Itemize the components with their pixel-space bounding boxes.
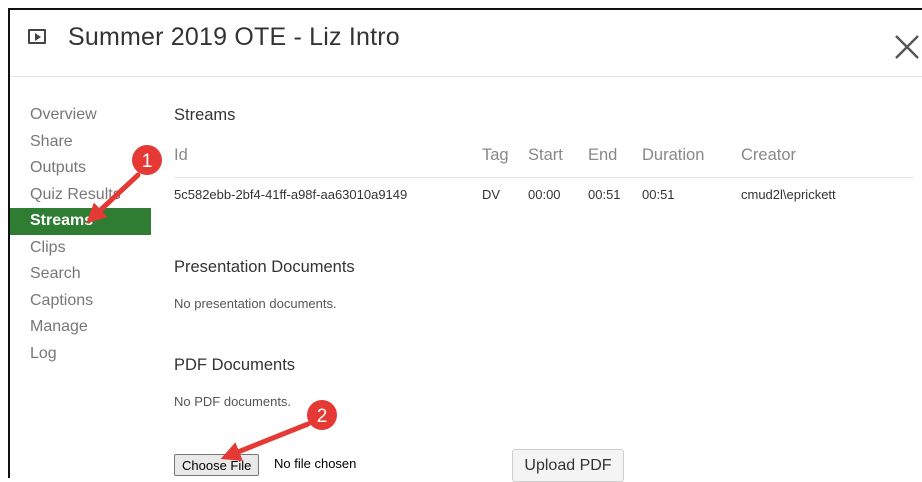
- pdf-heading: PDF Documents: [174, 356, 296, 374]
- column-header-start: Start: [528, 146, 563, 164]
- column-header-end: End: [588, 146, 618, 164]
- page-title: Summer 2019 OTE - Liz Intro: [68, 23, 400, 51]
- column-header-creator: Creator: [741, 146, 797, 164]
- upload-pdf-button[interactable]: Upload PDF: [512, 449, 624, 482]
- stream-start-cell: 00:00: [528, 187, 561, 202]
- close-icon[interactable]: [894, 34, 920, 60]
- sidebar-item-log[interactable]: Log: [10, 341, 151, 368]
- no-file-chosen-text: No file chosen: [274, 456, 357, 471]
- sidebar-item-overview[interactable]: Overview: [10, 102, 151, 129]
- streams-heading: Streams: [174, 106, 236, 124]
- column-header-duration: Duration: [642, 146, 705, 164]
- play-icon: [28, 29, 46, 44]
- dialog-header: Summer 2019 OTE - Liz Intro: [10, 10, 922, 77]
- sidebar-item-manage[interactable]: Manage: [10, 314, 151, 341]
- table-header-divider: [174, 177, 914, 178]
- sidebar-item-search[interactable]: Search: [10, 261, 151, 288]
- stream-id-cell: 5c582ebb-2bf4-41ff-a98f-aa63010a9149: [174, 187, 408, 202]
- stream-duration-cell: 00:51: [642, 187, 675, 202]
- stream-end-cell: 00:51: [588, 187, 621, 202]
- sidebar-item-clips[interactable]: Clips: [10, 235, 151, 262]
- sidebar-item-outputs[interactable]: Outputs: [10, 155, 151, 182]
- sidebar-item-streams[interactable]: Streams: [10, 208, 151, 235]
- sidebar-item-quiz-results[interactable]: Quiz Results: [10, 182, 151, 209]
- sidebar-item-share[interactable]: Share: [10, 129, 151, 156]
- presentation-heading: Presentation Documents: [174, 258, 355, 276]
- stream-tag-cell: DV: [482, 187, 501, 202]
- pdf-empty-text: No PDF documents.: [174, 394, 292, 409]
- column-header-tag: Tag: [482, 146, 509, 164]
- choose-file-button[interactable]: Choose File: [174, 454, 260, 476]
- sidebar-item-captions[interactable]: Captions: [10, 288, 151, 315]
- sidebar-nav: Overview Share Outputs Quiz Results Stre…: [10, 102, 151, 367]
- stream-creator-cell: cmud2l\eprickett: [741, 187, 836, 202]
- presentation-empty-text: No presentation documents.: [174, 296, 337, 311]
- column-header-id: Id: [174, 146, 188, 164]
